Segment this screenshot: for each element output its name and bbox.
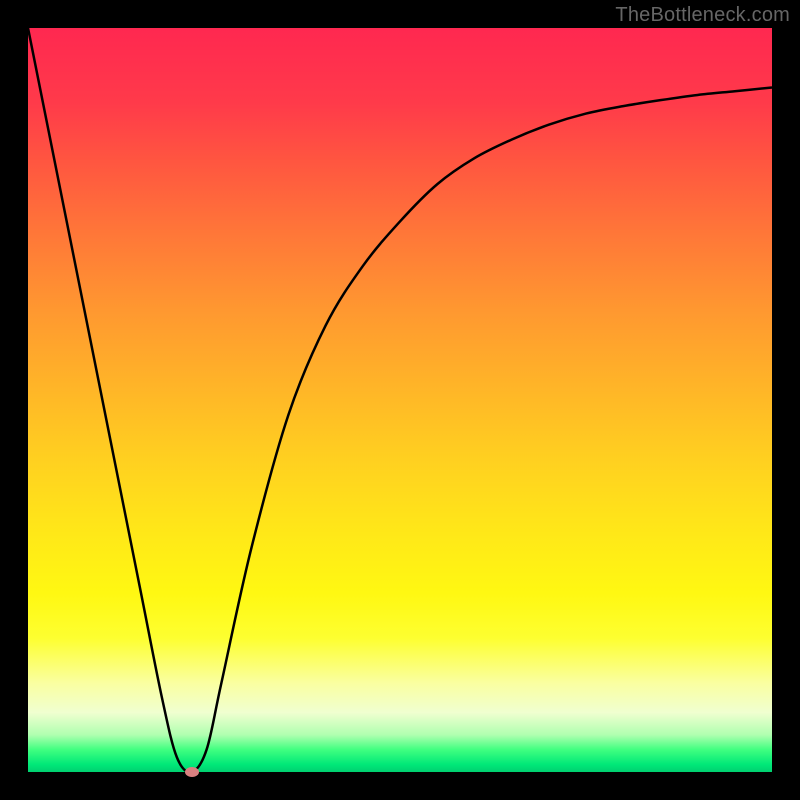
plot-area: [28, 28, 772, 772]
bottleneck-curve: [28, 28, 772, 772]
optimum-marker: [185, 767, 199, 777]
watermark-text: TheBottleneck.com: [615, 4, 790, 27]
